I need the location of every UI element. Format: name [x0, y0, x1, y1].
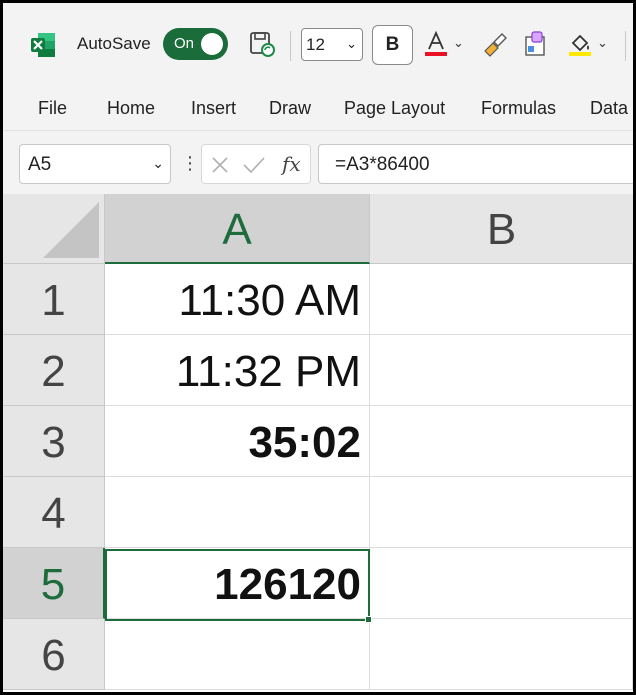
cell-b3[interactable] — [370, 406, 633, 477]
tab-data[interactable]: Data — [590, 98, 628, 119]
cell-a6[interactable] — [105, 619, 370, 690]
select-all-triangle-icon — [43, 202, 99, 258]
toolbar-separator — [625, 31, 626, 61]
formula-input[interactable]: =A3*86400 — [318, 144, 633, 184]
column-header-b[interactable]: B — [370, 194, 633, 264]
cell-a4[interactable] — [105, 477, 370, 548]
row-header[interactable]: 1 — [3, 264, 105, 335]
row-header[interactable]: 6 — [3, 619, 105, 690]
row-header[interactable]: 2 — [3, 335, 105, 406]
bold-button[interactable]: B — [372, 25, 413, 65]
cell-styles-icon[interactable] — [521, 29, 551, 59]
column-header-a[interactable]: A — [105, 194, 370, 264]
enter-check-icon[interactable] — [242, 155, 266, 175]
tab-file[interactable]: File — [38, 98, 67, 119]
row-header[interactable]: 3 — [3, 406, 105, 477]
cancel-icon[interactable] — [210, 155, 230, 175]
cell-a1[interactable]: 11:30 AM — [105, 264, 370, 335]
format-painter-icon[interactable] — [479, 29, 509, 59]
font-size-select[interactable]: 12 ⌄ — [301, 28, 363, 61]
cell-b4[interactable] — [370, 477, 633, 548]
ribbon-tabs: File Home Insert Draw Page Layout Formul… — [3, 85, 633, 130]
name-box[interactable]: A5 ⌄ — [19, 144, 171, 184]
quick-access-toolbar: AutoSave On 12 ⌄ B ⌄ ⌄ — [3, 3, 633, 85]
fill-color-icon[interactable] — [565, 29, 595, 59]
excel-logo-icon — [31, 33, 55, 57]
tab-insert[interactable]: Insert — [191, 98, 236, 119]
tab-page-layout[interactable]: Page Layout — [344, 98, 445, 119]
font-size-value: 12 — [306, 35, 325, 54]
chevron-down-icon: ⌄ — [346, 36, 357, 51]
fill-color-dropdown-icon[interactable]: ⌄ — [597, 35, 627, 65]
cell-b2[interactable] — [370, 335, 633, 406]
tab-home[interactable]: Home — [107, 98, 155, 119]
row-header-selected[interactable]: 5 — [3, 548, 105, 619]
tab-formulas[interactable]: Formulas — [481, 98, 556, 119]
cell-b5[interactable] — [370, 548, 633, 619]
cell-a5[interactable]: 126120 — [105, 548, 370, 619]
row-header[interactable]: 4 — [3, 477, 105, 548]
toolbar-separator — [290, 31, 291, 61]
formula-bar: A5 ⌄ ⋮ fx =A3*86400 — [3, 130, 633, 194]
tab-draw[interactable]: Draw — [269, 98, 311, 119]
autosave-toggle[interactable]: On — [163, 28, 228, 60]
autosave-state: On — [174, 35, 195, 52]
cell-b1[interactable] — [370, 264, 633, 335]
name-box-value: A5 — [28, 154, 52, 175]
more-options-icon[interactable]: ⋮ — [181, 153, 199, 174]
toggle-knob — [201, 33, 223, 55]
excel-window: AutoSave On 12 ⌄ B ⌄ ⌄ File Home Insert … — [3, 3, 633, 692]
font-color-icon[interactable] — [421, 29, 451, 59]
formula-actions: fx — [201, 144, 311, 184]
cell-b6[interactable] — [370, 619, 633, 690]
select-all-corner[interactable] — [3, 194, 105, 264]
cell-a2[interactable]: 11:32 PM — [105, 335, 370, 406]
cell-a3[interactable]: 35:02 — [105, 406, 370, 477]
insert-function-button[interactable]: fx — [282, 152, 301, 176]
fill-handle[interactable] — [365, 616, 372, 623]
save-sync-icon[interactable] — [247, 29, 277, 59]
worksheet-grid: A B 1 11:30 AM 2 11:32 PM 3 35:02 4 5 12… — [3, 194, 633, 692]
chevron-down-icon: ⌄ — [152, 155, 164, 171]
autosave-label: AutoSave — [77, 34, 151, 53]
